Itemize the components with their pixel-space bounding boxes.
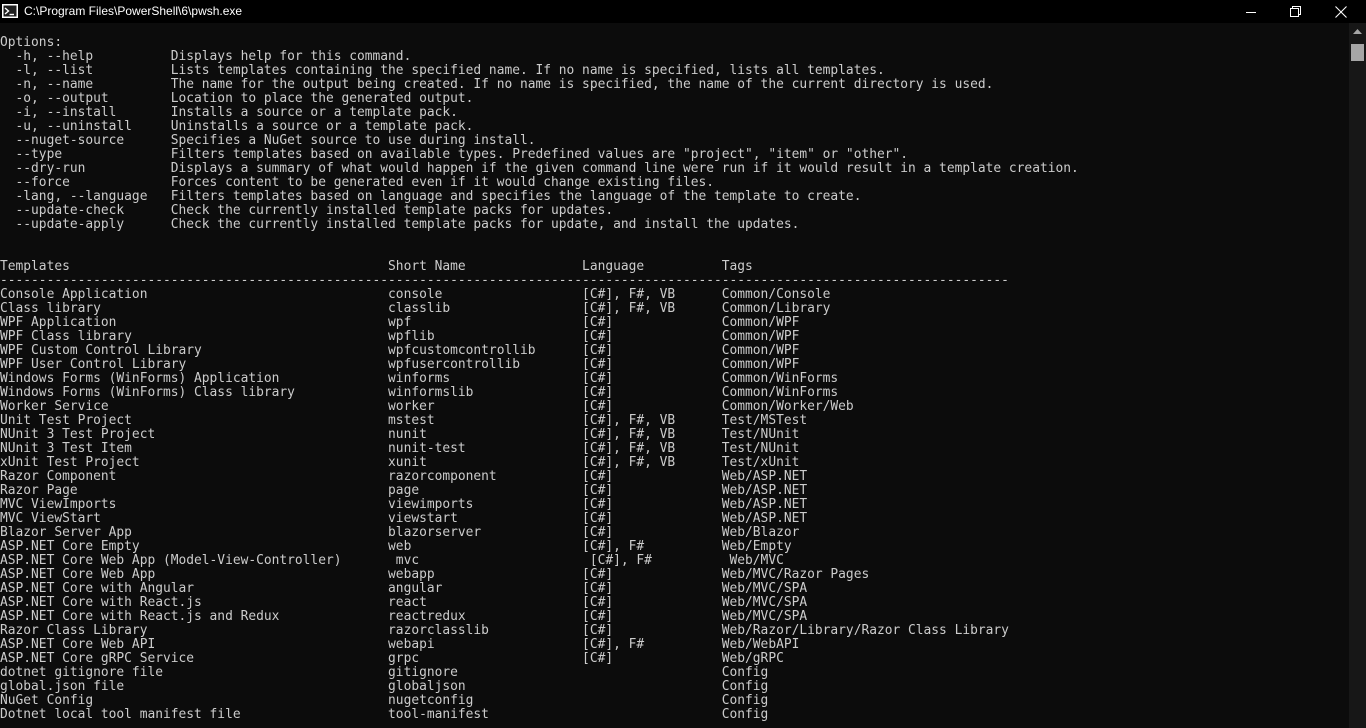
console-line: MVC ViewStart viewstart [C#] Web/ASP.NET <box>0 511 808 526</box>
console-line: NUnit 3 Test Item nunit-test [C#], F#, V… <box>0 441 800 456</box>
console-line: MVC ViewImports viewimports [C#] Web/ASP… <box>0 497 808 512</box>
console-line: global.json file globaljson Config <box>0 679 769 694</box>
console-line: xUnit Test Project xunit [C#], F#, VB Te… <box>0 455 800 470</box>
console-line: ----------------------------------------… <box>0 273 1009 288</box>
console-line: --dry-run Displays a summary of what wou… <box>0 161 1079 176</box>
console-line: Blazor Server App blazorserver [C#] Web/… <box>0 525 800 540</box>
console-line: --update-check Check the currently insta… <box>0 203 614 218</box>
console-line: Razor Component razorcomponent [C#] Web/… <box>0 469 808 484</box>
console-line: NUnit 3 Test Project nunit [C#], F#, VB … <box>0 427 800 442</box>
console-line: --nuget-source Specifies a NuGet source … <box>0 133 536 148</box>
console-line: --type Filters templates based on availa… <box>0 147 909 162</box>
console-line: dotnet gitignore file gitignore Config <box>0 665 769 680</box>
console-line: Options: <box>0 35 63 50</box>
console-line: WPF Application wpf [C#] Common/WPF <box>0 315 800 330</box>
console-line: ASP.NET Core Web App webapp [C#] Web/MVC… <box>0 567 870 582</box>
scroll-thumb[interactable] <box>1351 44 1364 61</box>
title-bar[interactable]: C:\Program Files\PowerShell\6\pwsh.exe <box>0 0 1366 23</box>
console-line: --update-apply Check the currently insta… <box>0 217 800 232</box>
console-line: ASP.NET Core Web API webapi [C#], F# Web… <box>0 637 800 652</box>
console-line: WPF User Control Library wpfusercontroll… <box>0 357 800 372</box>
console-line: Windows Forms (WinForms) Application win… <box>0 371 839 386</box>
vertical-scrollbar[interactable] <box>1349 23 1366 728</box>
console-line: -n, --name The name for the output being… <box>0 77 994 92</box>
maximize-icon <box>1289 6 1301 17</box>
console-line: -lang, --language Filters templates base… <box>0 189 862 204</box>
terminal-window: C:\Program Files\PowerShell\6\pwsh.exe O… <box>0 0 1366 728</box>
console-line: Windows Forms (WinForms) Class library w… <box>0 385 839 400</box>
console-line: -u, --uninstall Uninstalls a source or a… <box>0 119 474 134</box>
console-line: WPF Custom Control Library wpfcustomcont… <box>0 343 800 358</box>
minimize-icon <box>1246 11 1256 13</box>
console-line: --force Forces content to be generated e… <box>0 175 714 190</box>
console-line: Class library classlib [C#], F#, VB Comm… <box>0 301 831 316</box>
console-line: -o, --output Location to place the gener… <box>0 91 474 106</box>
console-text: Options: -h, --help Displays help for th… <box>0 36 1079 722</box>
console-line: Worker Service worker [C#] Common/Worker… <box>0 399 854 414</box>
console-line: ASP.NET Core with React.js react [C#] We… <box>0 595 808 610</box>
console-line: WPF Class library wpflib [C#] Common/WPF <box>0 329 800 344</box>
console-line: Templates Short Name Language Tags <box>0 259 753 274</box>
maximize-button[interactable] <box>1272 0 1318 23</box>
console-line: ASP.NET Core with React.js and Redux rea… <box>0 609 808 624</box>
console-line: ASP.NET Core Web App (Model-View-Control… <box>0 553 784 568</box>
console-line: -i, --install Installs a source or a tem… <box>0 105 458 120</box>
scroll-up-button[interactable] <box>1349 23 1366 40</box>
console-line: ASP.NET Core with Angular angular [C#] W… <box>0 581 808 596</box>
console-line: -h, --help Displays help for this comman… <box>0 49 412 64</box>
console-line: Console Application console [C#], F#, VB… <box>0 287 831 302</box>
console-line: Razor Page page [C#] Web/ASP.NET <box>0 483 808 498</box>
close-button[interactable] <box>1318 0 1364 23</box>
console-line: Razor Class Library razorclasslib [C#] W… <box>0 623 1009 638</box>
console-line: -l, --list Lists templates containing th… <box>0 63 885 78</box>
console-line: NuGet Config nugetconfig Config <box>0 693 769 708</box>
powershell-icon[interactable] <box>2 4 18 18</box>
console-output[interactable]: Options: -h, --help Displays help for th… <box>0 23 1349 728</box>
console-line: ASP.NET Core gRPC Service grpc [C#] Web/… <box>0 651 784 666</box>
window-title: C:\Program Files\PowerShell\6\pwsh.exe <box>24 4 243 18</box>
console-line: Dotnet local tool manifest file tool-man… <box>0 707 769 722</box>
close-icon <box>1335 5 1347 18</box>
minimize-button[interactable] <box>1228 0 1274 23</box>
console-line: Unit Test Project mstest [C#], F#, VB Te… <box>0 413 808 428</box>
console-line: ASP.NET Core Empty web [C#], F# Web/Empt… <box>0 539 792 554</box>
arrow-up-icon <box>1353 29 1362 34</box>
